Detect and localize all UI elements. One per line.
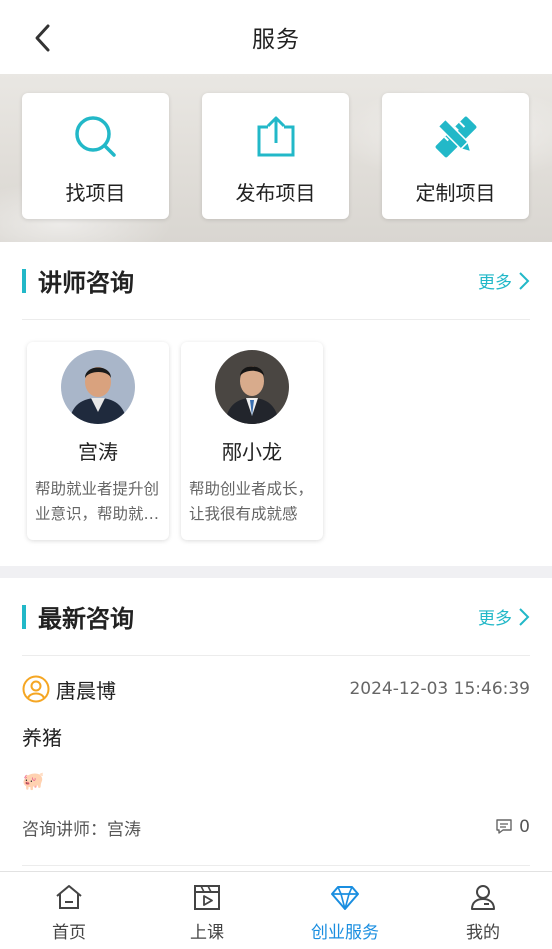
consult-section-header: 最新咨询 更多 bbox=[22, 578, 530, 656]
search-icon bbox=[74, 116, 116, 157]
custom-project-button[interactable]: 定制项目 bbox=[382, 93, 529, 219]
top-nav-bar: 服务 bbox=[0, 0, 552, 74]
consult-user-name: 唐晨博 bbox=[56, 678, 116, 703]
tab-home-label: 首页 bbox=[52, 923, 86, 943]
find-project-label: 找项目 bbox=[65, 181, 126, 205]
teacher-list: 宫涛 帮助就业者提升创业意识，帮助就业者提升创业能力 邴小龙 帮助创业者成长，让… bbox=[22, 320, 530, 566]
comment-icon bbox=[496, 819, 512, 834]
consult-section-title: 最新咨询 bbox=[38, 605, 134, 633]
consult-question: 养猪 bbox=[22, 726, 62, 750]
profile-icon bbox=[471, 885, 495, 910]
home-icon bbox=[56, 885, 82, 909]
publish-project-label: 发布项目 bbox=[235, 181, 316, 205]
chevron-right-icon bbox=[519, 607, 530, 626]
consult-item-header: 唐晨博 2024-12-03 15:46:39 bbox=[22, 672, 530, 706]
banner: 找项目 发布项目 定制项目 bbox=[0, 74, 552, 242]
teacher-more-label: 更多 bbox=[478, 273, 512, 293]
teacher-name: 邴小龙 bbox=[222, 440, 282, 464]
avatar bbox=[61, 350, 135, 424]
section-accent-bar bbox=[22, 268, 26, 293]
item-divider bbox=[22, 865, 530, 866]
user-icon bbox=[22, 675, 50, 703]
tab-startup-service-label: 创业服务 bbox=[311, 923, 379, 943]
consult-item[interactable]: 唐晨博 2024-12-03 15:46:39 养猪 🐖 咨询讲师：宫涛 0 bbox=[0, 656, 552, 866]
chevron-right-icon bbox=[519, 271, 530, 290]
upload-icon bbox=[257, 116, 294, 157]
latest-consult-section: 最新咨询 更多 bbox=[0, 578, 552, 656]
section-divider bbox=[0, 566, 552, 578]
teacher-card[interactable]: 宫涛 帮助就业者提升创业意识，帮助就业者提升创业能力 bbox=[27, 342, 169, 540]
teacher-name: 宫涛 bbox=[78, 440, 118, 464]
tab-home[interactable]: 首页 bbox=[0, 872, 138, 949]
tab-mine-label: 我的 bbox=[466, 923, 500, 943]
pencil-ruler-icon bbox=[435, 116, 476, 158]
custom-project-label: 定制项目 bbox=[415, 181, 496, 205]
consult-teacher: 咨询讲师：宫涛 bbox=[22, 819, 141, 840]
video-icon bbox=[194, 885, 220, 910]
page-title: 服务 bbox=[252, 27, 300, 53]
tab-class[interactable]: 上课 bbox=[138, 872, 276, 949]
bottom-tab-bar: 首页 上课 创业服务 我的 bbox=[0, 871, 552, 949]
back-arrow-icon[interactable] bbox=[30, 22, 58, 54]
consult-more-label: 更多 bbox=[478, 609, 512, 629]
consult-item-footer: 咨询讲师：宫涛 0 bbox=[22, 813, 530, 841]
teacher-section-header: 讲师咨询 更多 bbox=[22, 242, 530, 320]
comment-count: 0 bbox=[495, 817, 530, 837]
tab-startup-service[interactable]: 创业服务 bbox=[276, 872, 414, 949]
teacher-card[interactable]: 邴小龙 帮助创业者成长，让我很有成就感 bbox=[181, 342, 323, 540]
comment-count-value: 0 bbox=[519, 817, 530, 837]
teacher-description: 帮助创业者成长，让我很有成就感 bbox=[189, 480, 314, 523]
consult-timestamp: 2024-12-03 15:46:39 bbox=[349, 679, 530, 699]
avatar bbox=[215, 350, 289, 424]
teacher-description: 帮助就业者提升创业意识，帮助就业者提升创业能力 bbox=[35, 480, 160, 523]
diamond-icon bbox=[331, 886, 359, 910]
consult-more-link[interactable]: 更多 bbox=[478, 604, 530, 629]
pig-icon: 🐖 bbox=[22, 771, 45, 792]
publish-project-button[interactable]: 发布项目 bbox=[202, 93, 349, 219]
teacher-consult-section: 讲师咨询 更多 宫涛 帮助就业者提升创业意识，帮助就业者提升创业能力 bbox=[0, 242, 552, 566]
teacher-section-title: 讲师咨询 bbox=[38, 269, 134, 297]
find-project-button[interactable]: 找项目 bbox=[22, 93, 169, 219]
section-accent-bar bbox=[22, 604, 26, 629]
tab-class-label: 上课 bbox=[190, 923, 224, 943]
tab-mine[interactable]: 我的 bbox=[414, 872, 552, 949]
teacher-more-link[interactable]: 更多 bbox=[478, 268, 530, 293]
